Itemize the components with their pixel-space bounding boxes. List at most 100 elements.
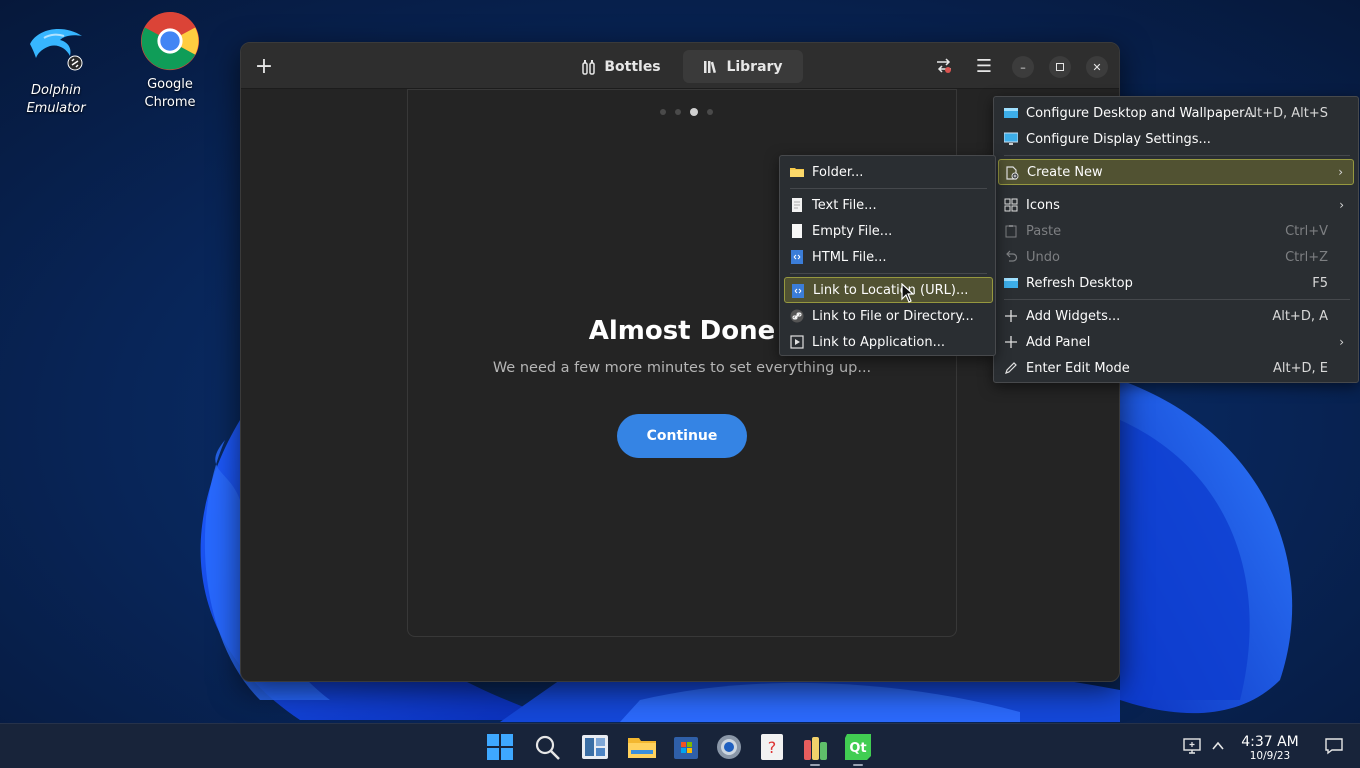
svg-text:Qt: Qt [849,741,866,756]
menu-item-label: Empty File... [812,223,893,239]
menu-item-add-panel[interactable]: Add Panel › [998,329,1354,355]
close-button[interactable]: ✕ [1086,56,1108,78]
url-link-icon [792,284,804,298]
menu-item-undo[interactable]: Undo Ctrl+Z [998,244,1354,270]
menu-item-label: Enter Edit Mode [1026,360,1130,376]
bottles-icon [582,59,596,75]
new-bottle-button[interactable]: + [249,51,279,81]
menu-item-label: Link to File or Directory... [812,308,974,324]
onboarding-subtitle: We need a few more minutes to set everyt… [492,360,872,376]
menu-item-folder[interactable]: Folder... [784,159,993,185]
tab-library[interactable]: Library [683,50,803,83]
continue-button[interactable]: Continue [617,414,747,458]
menu-item-label: Create New [1027,164,1103,180]
clock-time[interactable]: 4:37 AM [1230,734,1310,750]
menu-item-shortcut: F5 [1312,275,1328,291]
menu-item-icons[interactable]: Icons › [998,192,1354,218]
menu-item-html-file[interactable]: HTML File... [784,244,993,270]
running-indicator [810,764,820,766]
display-tray-icon[interactable] [1182,736,1202,756]
menu-item-label: Link to Application... [812,334,945,350]
maximize-icon [1056,63,1064,71]
chrome-icon [140,11,200,71]
menu-item-label: Add Panel [1026,334,1091,350]
menu-item-label: Configure Desktop and Wallpaper... [1026,105,1256,121]
menu-item-add-widgets[interactable]: Add Widgets... Alt+D, A [998,303,1354,329]
menu-item-configure-desktop[interactable]: Configure Desktop and Wallpaper... Alt+D… [998,100,1354,126]
desktop-icon-google-chrome[interactable]: Google Chrome [120,10,220,112]
menu-item-link-to-url[interactable]: Link to Location (URL)... [784,277,993,303]
minimize-icon: – [1020,60,1026,74]
tasks-button[interactable] [929,51,959,81]
hamburger-icon: ☰ [975,55,993,77]
main-menu-button[interactable]: ☰ [969,51,999,81]
tab-label: Bottles [604,58,661,75]
help-icon[interactable]: ? [757,732,787,762]
menu-item-shortcut: Ctrl+Z [1285,249,1328,265]
menu-item-paste[interactable]: Paste Ctrl+V [998,218,1354,244]
menu-item-create-new[interactable]: Create New › [998,159,1354,185]
tasks-icon [937,58,951,73]
widgets-icon[interactable] [580,732,610,762]
store-icon[interactable] [671,732,701,762]
paste-icon [1005,225,1017,238]
create-new-submenu: Folder... Text File... Empty File... HTM… [779,155,996,356]
menu-item-link-to-application[interactable]: Link to Application... [784,329,993,355]
menu-item-enter-edit-mode[interactable]: Enter Edit Mode Alt+D, E [998,355,1354,381]
header-bar: + Bottles Library ☰ – ✕ [241,43,1119,89]
clock-date[interactable]: 10/9/23 [1230,750,1310,762]
chevron-right-icon: › [1339,198,1344,212]
menu-item-label: Icons [1026,197,1060,213]
wallpaper-icon [1004,108,1018,118]
menu-item-label: Paste [1026,223,1062,239]
menu-item-configure-display[interactable]: Configure Display Settings... [998,126,1354,152]
menu-item-link-to-file[interactable]: Link to File or Directory... [784,303,993,329]
page-indicator [660,108,713,116]
menu-item-label: Link to Location (URL)... [813,282,969,298]
mouse-cursor-icon [901,283,915,303]
maximize-button[interactable] [1049,56,1071,78]
chevron-right-icon: › [1339,335,1344,349]
desktop-context-menu: Configure Desktop and Wallpaper... Alt+D… [993,96,1359,383]
start-icon[interactable] [485,732,515,762]
notifications-icon[interactable] [1324,736,1344,756]
menu-separator [790,188,987,189]
menu-separator [790,273,987,274]
tab-label: Library [726,58,783,75]
menu-item-label: Undo [1026,249,1060,265]
page-dot[interactable] [675,109,681,115]
settings-icon[interactable] [714,732,744,762]
qt-icon[interactable]: Qt [843,732,873,762]
page-dot[interactable] [707,109,713,115]
file-explorer-icon[interactable] [627,732,657,762]
menu-item-text-file[interactable]: Text File... [784,192,993,218]
taskbar: ? Qt 4:37 AM 10/9/23 [0,723,1360,768]
tab-bottles[interactable]: Bottles [571,50,671,83]
menu-item-label: Add Widgets... [1026,308,1121,324]
minimize-button[interactable]: – [1012,56,1034,78]
plus-icon: + [254,53,274,79]
create-new-icon [1006,166,1019,180]
desktop-icon-label: Emulator [26,101,86,116]
page-dot-active[interactable] [690,108,698,116]
desktop-icon-dolphin-emulator[interactable]: Dolphin Emulator [6,14,106,118]
menu-item-empty-file[interactable]: Empty File... [784,218,993,244]
menu-item-shortcut: Alt+D, Alt+S [1244,105,1328,121]
menu-item-shortcut: Alt+D, E [1273,360,1328,376]
chevron-right-icon: › [1338,165,1343,179]
plus-icon [1005,336,1017,348]
menu-item-shortcut: Alt+D, A [1272,308,1328,324]
menu-item-refresh-desktop[interactable]: Refresh Desktop F5 [998,270,1354,296]
chevron-up-icon[interactable] [1208,736,1228,756]
dolphin-icon [30,29,83,71]
bottles-app-icon[interactable] [800,732,830,762]
plus-icon [1005,310,1017,322]
menu-item-label: HTML File... [812,249,887,265]
page-dot[interactable] [660,109,666,115]
pencil-icon [1005,362,1017,374]
menu-item-label: Configure Display Settings... [1026,131,1211,147]
close-icon: ✕ [1092,60,1102,74]
search-icon[interactable] [532,732,562,762]
svg-text:?: ? [768,738,777,757]
desktop-icon-label: Google Chrome [144,77,196,110]
